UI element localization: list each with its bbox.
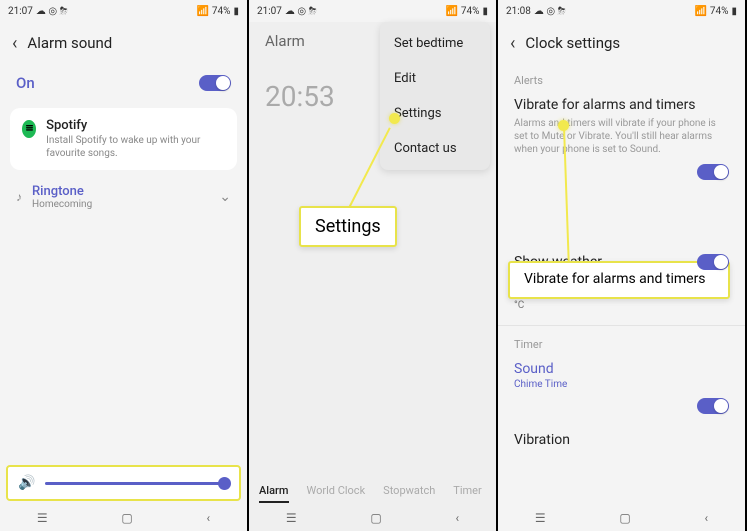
page-title: Alarm sound: [27, 34, 112, 52]
tab-world-clock[interactable]: World Clock: [307, 484, 366, 503]
status-battery: 74%: [710, 6, 729, 17]
panel-alarm-menu: 21:07 ☁ ◎ ⛈ 📶 74% ▮ Alarm 20:53 Set bedt…: [249, 0, 498, 531]
spotify-icon: [22, 120, 36, 138]
system-nav: ☰ ▢ ‹: [249, 505, 496, 531]
callout-settings: Settings: [299, 206, 397, 247]
overflow-menu: Set bedtime Edit Settings Contact us: [380, 22, 490, 170]
menu-edit[interactable]: Edit: [380, 61, 490, 96]
toggle-label: On: [16, 74, 35, 92]
tab-stopwatch[interactable]: Stopwatch: [383, 484, 435, 503]
header: ‹ Clock settings: [498, 22, 745, 64]
nav-recent[interactable]: ☰: [535, 511, 546, 525]
setting-vibrate[interactable]: Vibrate for alarms and timers Alarms and…: [498, 91, 745, 164]
setting-sound[interactable]: Sound Chime Time: [498, 355, 745, 398]
status-signal-icon: 📶: [445, 6, 457, 17]
setting-vibrate-title: Vibrate for alarms and timers: [514, 97, 729, 114]
sound-toggle[interactable]: [697, 398, 729, 414]
status-bar: 21:07 ☁ ◎ ⛈ 📶 74% ▮: [0, 0, 247, 22]
nav-recent[interactable]: ☰: [286, 511, 297, 525]
nav-back[interactable]: ‹: [455, 511, 459, 525]
nav-back[interactable]: ‹: [704, 511, 708, 525]
status-signal-icon: 📶: [694, 6, 706, 17]
status-bar: 21:08 ☁ ◎ ⛈ 📶 74% ▮: [498, 0, 745, 22]
status-time: 21:08: [506, 6, 531, 17]
header: ‹ Alarm sound: [0, 22, 247, 64]
nav-recent[interactable]: ☰: [37, 511, 48, 525]
status-icons-left: ☁ ◎ ⛈: [36, 6, 68, 17]
status-icons-left: ☁ ◎ ⛈: [285, 6, 317, 17]
nav-back[interactable]: ‹: [206, 511, 210, 525]
panel-alarm-sound: 21:07 ☁ ◎ ⛈ 📶 74% ▮ ‹ Alarm sound On Spo…: [0, 0, 249, 531]
volume-slider[interactable]: [45, 482, 229, 485]
menu-contact-us[interactable]: Contact us: [380, 131, 490, 166]
status-icons-left: ☁ ◎ ⛈: [534, 6, 566, 17]
alarm-sound-toggle[interactable]: [199, 75, 231, 91]
volume-icon: 🔊: [18, 475, 35, 491]
section-timer: Timer: [498, 325, 745, 355]
sound-title: Sound: [514, 361, 729, 378]
panel-clock-settings: 21:08 ☁ ◎ ⛈ 📶 74% ▮ ‹ Clock settings Ale…: [498, 0, 747, 531]
battery-icon: ▮: [482, 6, 488, 17]
nav-home[interactable]: ▢: [619, 511, 630, 525]
battery-icon: ▮: [233, 6, 239, 17]
vibration-title: Vibration: [514, 432, 729, 449]
vibrate-toggle[interactable]: [697, 164, 729, 180]
nav-home[interactable]: ▢: [121, 511, 132, 525]
music-note-icon: ♪: [16, 190, 22, 204]
sound-sub: Chime Time: [514, 379, 729, 390]
section-alerts: Alerts: [498, 64, 745, 91]
system-nav: ☰ ▢ ‹: [498, 505, 745, 531]
spotify-desc: Install Spotify to wake up with your fav…: [46, 135, 225, 160]
ringtone-row[interactable]: ♪ Ringtone Homecoming ⌄: [16, 176, 231, 218]
setting-vibrate-toggle-row: [498, 164, 745, 186]
highlight-dot: [389, 113, 400, 124]
ringtone-title: Ringtone: [32, 184, 209, 199]
battery-icon: ▮: [731, 6, 737, 17]
status-battery: 74%: [212, 6, 231, 17]
nav-home[interactable]: ▢: [370, 511, 381, 525]
temperature-sub: °C: [514, 300, 729, 311]
weather-toggle[interactable]: [697, 254, 729, 270]
volume-slider-highlight: 🔊: [6, 465, 241, 501]
status-battery: 74%: [461, 6, 480, 17]
tab-bar: Alarm World Clock Stopwatch Timer: [249, 484, 496, 503]
setting-vibrate-desc: Alarms and timers will vibrate if your p…: [514, 117, 729, 156]
spotify-title: Spotify: [46, 118, 225, 133]
back-icon[interactable]: ‹: [12, 33, 17, 54]
tab-timer[interactable]: Timer: [453, 484, 481, 503]
status-time: 21:07: [8, 6, 33, 17]
setting-vibration[interactable]: Vibration: [498, 420, 745, 457]
chevron-down-icon: ⌄: [219, 189, 231, 205]
status-time: 21:07: [257, 6, 282, 17]
status-signal-icon: 📶: [196, 6, 208, 17]
menu-set-bedtime[interactable]: Set bedtime: [380, 26, 490, 61]
alarm-sound-toggle-row: On: [0, 64, 247, 102]
page-title: Clock settings: [525, 34, 620, 52]
status-bar: 21:07 ☁ ◎ ⛈ 📶 74% ▮: [249, 0, 496, 22]
callout-vibrate: Vibrate for alarms and timers: [508, 261, 730, 299]
tab-alarm[interactable]: Alarm: [259, 484, 289, 503]
back-icon[interactable]: ‹: [510, 33, 515, 54]
sound-toggle-row: [498, 398, 745, 420]
system-nav: ☰ ▢ ‹: [0, 505, 247, 531]
ringtone-sub: Homecoming: [32, 199, 209, 210]
spotify-card[interactable]: Spotify Install Spotify to wake up with …: [10, 108, 237, 170]
